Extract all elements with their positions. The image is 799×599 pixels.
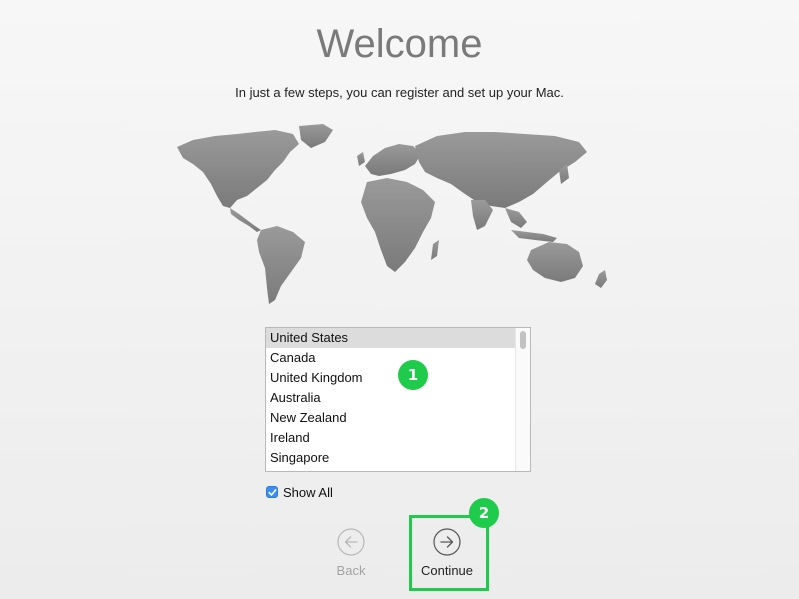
map-north-america: [177, 130, 299, 208]
list-item-singapore[interactable]: Singapore: [266, 448, 516, 468]
map-greenland: [299, 124, 333, 148]
arrow-left-circle-icon: [337, 528, 365, 556]
list-item-united-states[interactable]: United States: [266, 328, 516, 348]
country-list-items: United States Canada United Kingdom Aust…: [266, 328, 516, 468]
list-item-canada[interactable]: Canada: [266, 348, 516, 368]
annotation-badge-2: 2: [469, 498, 499, 528]
country-list-scrollbar[interactable]: [515, 328, 530, 471]
map-new-zealand: [595, 270, 607, 288]
annotation-badge-1: 1: [398, 360, 428, 390]
map-indonesia: [511, 230, 557, 242]
world-map: [177, 124, 607, 304]
list-item-australia[interactable]: Australia: [266, 388, 516, 408]
page-subtitle: In just a few steps, you can register an…: [235, 85, 564, 100]
map-australia: [527, 242, 583, 282]
show-all-checkbox-row[interactable]: Show All: [266, 484, 333, 500]
map-south-america: [257, 226, 305, 304]
show-all-label: Show All: [283, 484, 333, 500]
checkmark-icon: [268, 489, 277, 496]
map-africa: [361, 178, 435, 272]
list-item-united-kingdom[interactable]: United Kingdom: [266, 368, 516, 388]
map-europe: [365, 144, 421, 176]
page-title: Welcome: [316, 22, 483, 66]
map-southeast-asia: [505, 208, 527, 228]
show-all-checkbox[interactable]: [266, 486, 278, 498]
map-madagascar: [431, 240, 439, 260]
map-uk: [357, 152, 365, 166]
back-button[interactable]: Back: [321, 528, 381, 578]
list-item-ireland[interactable]: Ireland: [266, 428, 516, 448]
scrollbar-thumb[interactable]: [520, 331, 526, 349]
back-label: Back: [336, 563, 366, 578]
map-central-america: [230, 208, 261, 232]
country-list[interactable]: United States Canada United Kingdom Aust…: [265, 327, 531, 472]
list-item-new-zealand[interactable]: New Zealand: [266, 408, 516, 428]
